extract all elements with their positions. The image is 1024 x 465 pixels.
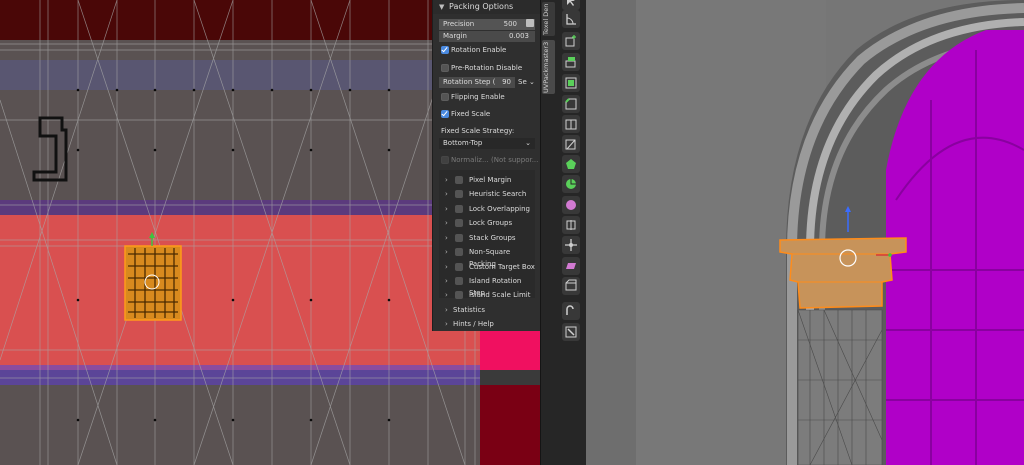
fixed-scale-strategy-dropdown[interactable]: Bottom-Top ⌄	[439, 138, 535, 149]
precision-field[interactable]: Precision 500	[439, 19, 535, 30]
select-icon[interactable]	[562, 0, 580, 10]
subpanel-checkbox[interactable]	[455, 219, 463, 227]
chevron-right-icon: ›	[445, 263, 448, 271]
subpanel-lock-groups[interactable]: › Lock Groups	[439, 217, 535, 229]
subpanel-island-rotation-step[interactable]: › Island Rotation Step	[439, 275, 535, 297]
chevron-down-icon: ▼	[439, 3, 445, 11]
loop-cut-icon[interactable]	[562, 115, 580, 133]
packing-options-panel: ▼ Packing Options Precision 500 Margin 0.…	[432, 0, 541, 331]
measure-icon[interactable]	[562, 10, 580, 28]
inset-icon[interactable]	[562, 74, 580, 92]
margin-field[interactable]: Margin 0.003	[439, 31, 535, 42]
subpanel-island-scale-limit[interactable]: › Island Scale Limit	[439, 289, 535, 301]
spin-icon[interactable]	[562, 175, 580, 193]
not-supported-label: (Not suppor...	[491, 156, 539, 164]
rip-icon[interactable]	[562, 277, 580, 295]
subpanel-lock-overlapping[interactable]: › Lock Overlapping	[439, 203, 535, 215]
fixed-scale-strategy-label: Fixed Scale Strategy:	[441, 127, 515, 135]
shear-icon[interactable]	[562, 257, 580, 275]
viewport-toolbar	[556, 0, 586, 465]
sidebar-tabs: Texel Den UVPackmaster3	[540, 0, 557, 465]
subpanel-checkbox[interactable]	[455, 190, 463, 198]
packing-options-header[interactable]: ▼ Packing Options	[433, 0, 541, 14]
fixed-scale-label: Fixed Scale	[451, 110, 491, 118]
chevron-right-icon: ›	[445, 306, 448, 314]
rotation-enable-label: Rotation Enable	[451, 46, 507, 54]
hints-help-section[interactable]: › Hints / Help	[433, 318, 529, 330]
chevron-down-icon: ⌄	[525, 139, 531, 147]
add-cube-icon[interactable]	[562, 32, 580, 50]
chevron-right-icon: ›	[445, 248, 448, 256]
chevron-right-icon: ›	[445, 277, 448, 285]
chevron-right-icon: ›	[445, 205, 448, 213]
normalize-label: Normaliz...	[451, 156, 489, 164]
edge-slide-icon[interactable]	[562, 216, 580, 234]
chevron-right-icon: ›	[445, 234, 448, 242]
subpanel-custom-target-box[interactable]: › Custom Target Box	[439, 261, 535, 273]
statistics-section[interactable]: › Statistics	[433, 304, 529, 316]
shrink-fatten-icon[interactable]	[562, 236, 580, 254]
chevron-right-icon: ›	[445, 291, 448, 299]
rotation-step-mode-dropdown[interactable]: Se ⌄	[518, 78, 535, 86]
extrude-icon[interactable]	[562, 53, 580, 71]
poly-build-icon[interactable]	[562, 155, 580, 173]
normalize-checkbox[interactable]	[441, 156, 449, 164]
pre-rotation-disable-label: Pre-Rotation Disable	[451, 64, 523, 72]
rotation-enable-checkbox[interactable]	[441, 46, 449, 54]
tab-texel-density[interactable]: Texel Den	[542, 2, 555, 36]
transform-icon[interactable]	[562, 323, 580, 341]
flipping-enable-label: Flipping Enable	[451, 93, 505, 101]
chevron-right-icon: ›	[445, 190, 448, 198]
pre-rotation-disable-checkbox[interactable]	[441, 64, 449, 72]
subpanel-heuristic-search[interactable]: › Heuristic Search	[439, 188, 535, 200]
fixed-scale-checkbox[interactable]	[441, 110, 449, 118]
tab-uvpackmaster[interactable]: UVPackmaster3	[542, 40, 555, 94]
subpanel-checkbox[interactable]	[455, 205, 463, 213]
annotate-icon[interactable]	[562, 302, 580, 320]
subpanel-checkbox[interactable]	[455, 291, 463, 299]
subpanel-checkbox[interactable]	[455, 263, 463, 271]
subpanel-checkbox[interactable]	[455, 176, 463, 184]
bevel-icon[interactable]	[562, 95, 580, 113]
chevron-right-icon: ›	[445, 176, 448, 184]
subpanel-checkbox[interactable]	[455, 248, 463, 256]
flipping-enable-checkbox[interactable]	[441, 93, 449, 101]
smooth-icon[interactable]	[562, 196, 580, 214]
subpanel-pixel-margin[interactable]: › Pixel Margin	[439, 174, 535, 186]
subpanel-stack-groups[interactable]: › Stack Groups	[439, 232, 535, 244]
chevron-right-icon: ›	[445, 320, 448, 328]
viewport-canvas[interactable]	[586, 0, 1024, 465]
subpanel-non-square-packing[interactable]: › Non-Square Packing	[439, 246, 535, 268]
subpanel-checkbox[interactable]	[455, 277, 463, 285]
knife-icon[interactable]	[562, 135, 580, 153]
keyframe-icon[interactable]	[526, 19, 534, 27]
chevron-right-icon: ›	[445, 219, 448, 227]
subpanel-checkbox[interactable]	[455, 234, 463, 242]
chevron-down-icon: ⌄	[528, 78, 535, 86]
3d-viewport[interactable]	[586, 0, 1024, 465]
column-wireframe	[797, 309, 883, 465]
rotation-step-field[interactable]: Rotation Step ( 90	[439, 77, 515, 88]
